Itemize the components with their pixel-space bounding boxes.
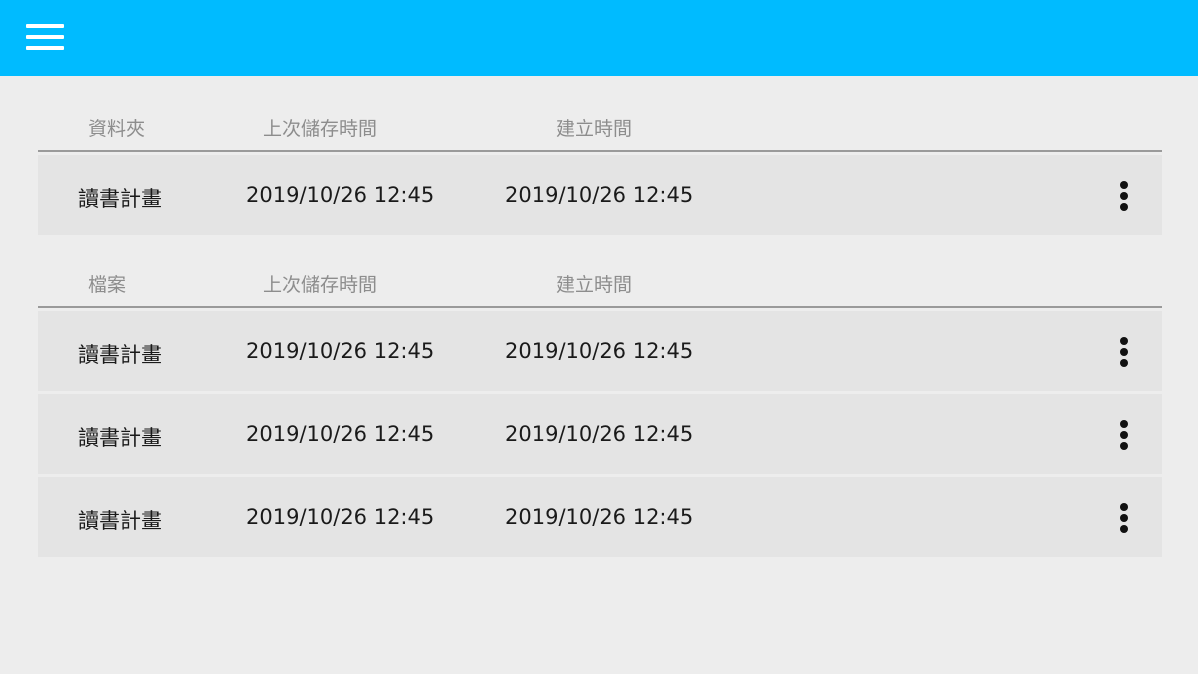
folders-header: 資料夾 上次儲存時間 建立時間: [38, 100, 1162, 152]
folders-column-created[interactable]: 建立時間: [556, 114, 632, 141]
folders-section: 資料夾 上次儲存時間 建立時間 讀書計畫 2019/10/26 12:45 20…: [38, 100, 1162, 235]
dot: [1120, 337, 1128, 345]
dot: [1120, 420, 1128, 428]
top-app-bar: [0, 0, 1198, 76]
menu-line: [26, 24, 64, 28]
dot: [1120, 503, 1128, 511]
file-last-saved: 2019/10/26 12:45: [246, 339, 435, 363]
dot: [1120, 431, 1128, 439]
file-row[interactable]: 讀書計畫 2019/10/26 12:45 2019/10/26 12:45: [38, 311, 1162, 391]
file-row[interactable]: 讀書計畫 2019/10/26 12:45 2019/10/26 12:45: [38, 477, 1162, 557]
menu-line: [26, 35, 64, 39]
file-created: 2019/10/26 12:45: [505, 422, 694, 446]
folder-created: 2019/10/26 12:45: [505, 183, 694, 207]
dot: [1120, 192, 1128, 200]
files-column-name[interactable]: 檔案: [88, 270, 126, 297]
folder-row[interactable]: 讀書計畫 2019/10/26 12:45 2019/10/26 12:45: [38, 155, 1162, 235]
more-vertical-icon[interactable]: [1116, 418, 1132, 452]
dot: [1120, 514, 1128, 522]
hamburger-menu-icon[interactable]: [26, 24, 64, 52]
file-last-saved: 2019/10/26 12:45: [246, 422, 435, 446]
folders-column-name[interactable]: 資料夾: [88, 114, 145, 141]
dot: [1120, 181, 1128, 189]
more-vertical-icon[interactable]: [1116, 179, 1132, 213]
file-name: 讀書計畫: [78, 426, 162, 450]
dot: [1120, 203, 1128, 211]
dot: [1120, 525, 1128, 533]
file-row[interactable]: 讀書計畫 2019/10/26 12:45 2019/10/26 12:45: [38, 394, 1162, 474]
file-created: 2019/10/26 12:45: [505, 505, 694, 529]
more-vertical-icon[interactable]: [1116, 501, 1132, 535]
dot: [1120, 348, 1128, 356]
folder-last-saved: 2019/10/26 12:45: [246, 183, 435, 207]
dot: [1120, 359, 1128, 367]
file-name: 讀書計畫: [78, 509, 162, 533]
files-column-last-saved[interactable]: 上次儲存時間: [263, 270, 377, 297]
file-name: 讀書計畫: [78, 343, 162, 367]
dot: [1120, 442, 1128, 450]
menu-line: [26, 46, 64, 50]
files-header: 檔案 上次儲存時間 建立時間: [38, 256, 1162, 308]
files-column-created[interactable]: 建立時間: [556, 270, 632, 297]
file-last-saved: 2019/10/26 12:45: [246, 505, 435, 529]
folder-name: 讀書計畫: [78, 187, 162, 211]
file-created: 2019/10/26 12:45: [505, 339, 694, 363]
files-section: 檔案 上次儲存時間 建立時間 讀書計畫 2019/10/26 12:45 201…: [38, 256, 1162, 557]
more-vertical-icon[interactable]: [1116, 335, 1132, 369]
folders-column-last-saved[interactable]: 上次儲存時間: [263, 114, 377, 141]
